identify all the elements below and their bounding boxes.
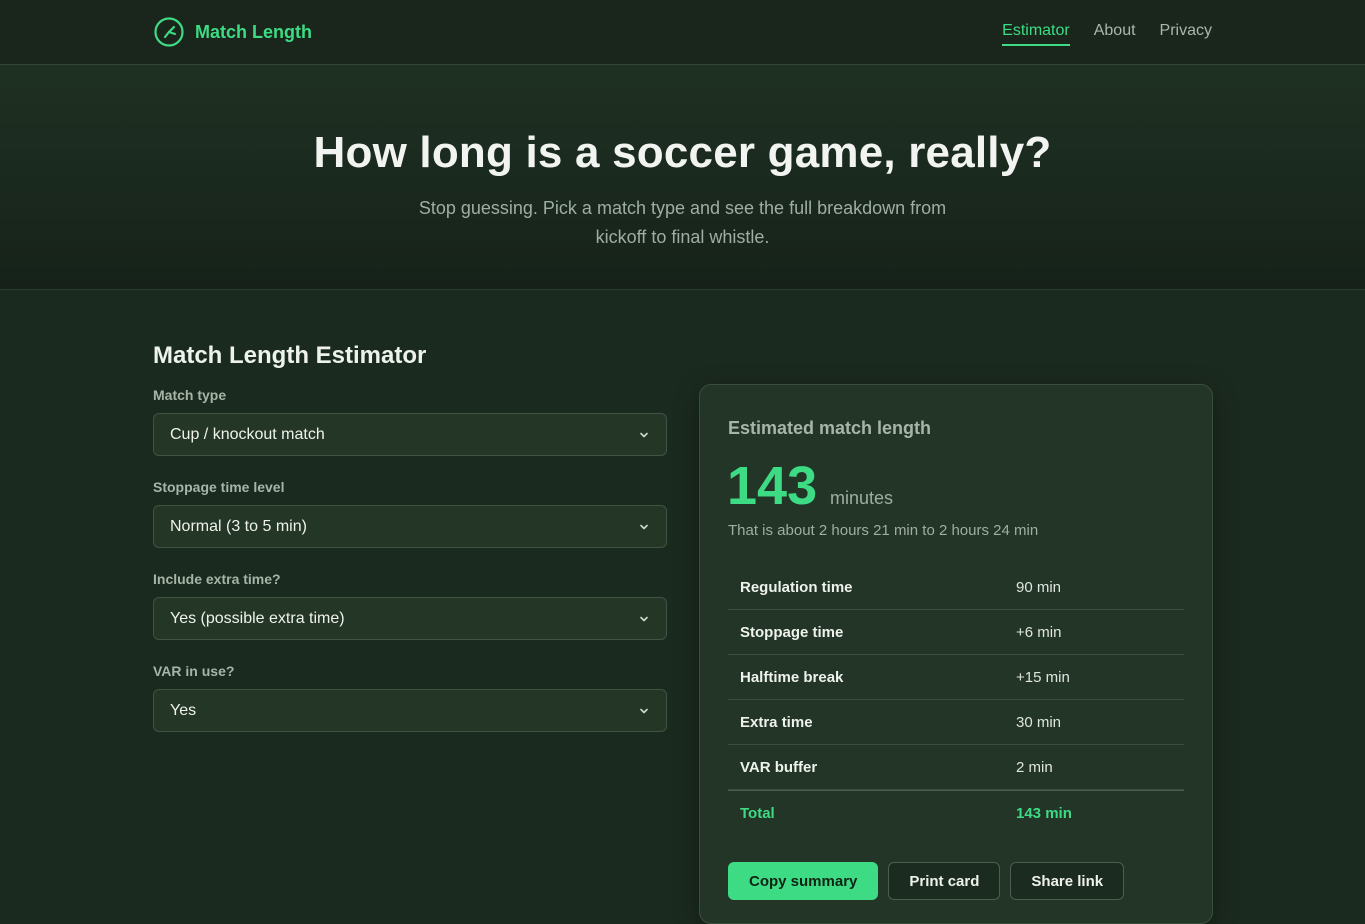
result-approx: That is about 2 hours 21 min to 2 hours … — [728, 522, 1039, 539]
action-buttons: Copy summary Print card Share link — [728, 862, 1125, 900]
breakdown-table: Regulation time 90 min Stoppage time +6 … — [728, 565, 1184, 836]
chevron-down-icon — [640, 616, 648, 621]
row-label: Halftime break — [740, 668, 844, 686]
top-navbar: Match Length Estimator About Privacy — [0, 0, 1365, 65]
stoppage-level-select[interactable]: Normal (3 to 5 min) — [153, 505, 667, 548]
extra-time-label: Include extra time? — [153, 571, 281, 587]
nav-link-estimator[interactable]: Estimator — [1002, 20, 1070, 46]
stoppage-level-value: Normal (3 to 5 min) — [170, 517, 307, 535]
var-select[interactable]: Yes — [153, 689, 667, 732]
row-value: +15 min — [1016, 668, 1070, 686]
table-row: Stoppage time +6 min — [728, 610, 1184, 655]
row-value: 2 min — [1016, 758, 1053, 776]
table-row: Halftime break +15 min — [728, 655, 1184, 700]
var-label: VAR in use? — [153, 663, 235, 679]
hero-title: How long is a soccer game, really? — [313, 128, 1052, 177]
chevron-down-icon — [640, 708, 648, 713]
row-value: 30 min — [1016, 713, 1062, 731]
table-row: VAR buffer 2 min — [728, 745, 1184, 790]
chevron-down-icon — [640, 524, 648, 529]
match-type-select[interactable]: Cup / knockout match — [153, 413, 667, 456]
match-type-label: Match type — [153, 387, 227, 403]
row-label: Extra time — [740, 713, 813, 731]
match-type-value: Cup / knockout match — [170, 425, 325, 443]
brand-name: Match Length — [195, 21, 312, 42]
total-value: 143 min — [1016, 805, 1072, 822]
result-title: Estimated match length — [728, 418, 932, 438]
copy-summary-button[interactable]: Copy summary — [728, 862, 879, 900]
share-link-button[interactable]: Share link — [1010, 862, 1125, 900]
hero-section: How long is a soccer game, really? Stop … — [0, 65, 1365, 290]
row-value: +6 min — [1016, 623, 1062, 641]
estimator-title: Match Length Estimator — [153, 342, 427, 369]
result-minutes: 143 — [727, 456, 818, 516]
row-value: 90 min — [1016, 578, 1062, 596]
row-label: VAR buffer — [740, 758, 818, 776]
row-label: Regulation time — [740, 578, 853, 596]
extra-time-value: Yes (possible extra time) — [170, 609, 345, 627]
extra-time-select[interactable]: Yes (possible extra time) — [153, 597, 667, 640]
chevron-down-icon — [640, 432, 648, 437]
table-row: Regulation time 90 min — [728, 565, 1184, 610]
brand-logo[interactable]: Match Length — [153, 16, 312, 48]
var-value: Yes — [170, 701, 197, 719]
print-card-button[interactable]: Print card — [888, 862, 1001, 900]
nav-link-about[interactable]: About — [1094, 20, 1136, 44]
total-label: Total — [740, 805, 775, 822]
table-row: Extra time 30 min — [728, 700, 1184, 745]
row-label: Stoppage time — [740, 623, 844, 641]
clock-icon — [154, 17, 184, 47]
stoppage-level-label: Stoppage time level — [153, 479, 285, 495]
nav-link-privacy[interactable]: Privacy — [1160, 20, 1212, 44]
total-row: Total 143 min — [728, 790, 1184, 836]
main-nav: Estimator About Privacy — [1002, 20, 1212, 46]
hero-subtitle: Stop guessing. Pick a match type and see… — [418, 198, 947, 247]
result-unit: minutes — [830, 488, 894, 508]
result-card: Estimated match length 143 minutes That … — [699, 384, 1213, 924]
